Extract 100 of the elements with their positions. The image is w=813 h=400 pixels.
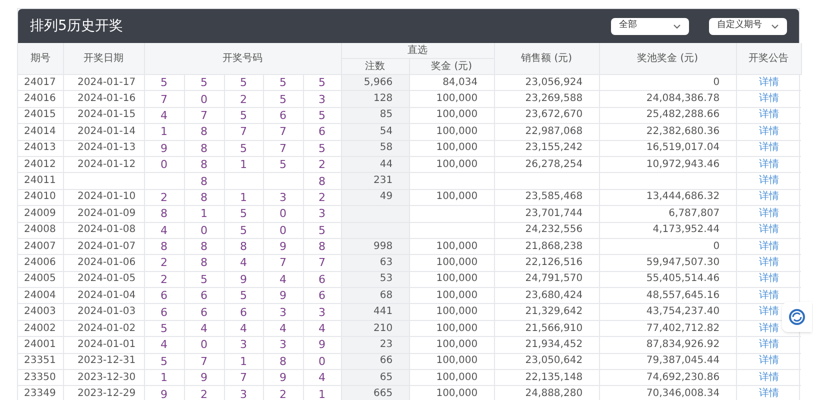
period-cell: 24004 [24, 290, 56, 301]
column-header: 注数 [365, 61, 386, 72]
detail-link[interactable]: 详情 [758, 388, 779, 400]
number-cell: 5 [240, 76, 247, 90]
prize-cell: 100,000 [436, 290, 478, 301]
detail-link[interactable]: 详情 [758, 175, 779, 186]
pool-cell: 22,382,680.36 [646, 126, 720, 137]
sales-cell: 23,585,468 [525, 191, 583, 202]
period-cell: 24016 [24, 93, 56, 104]
number-cell: 2 [318, 190, 326, 204]
number-cell: 7 [240, 125, 247, 138]
prize-cell: 100,000 [436, 191, 478, 202]
detail-link[interactable]: 详情 [758, 158, 779, 170]
detail-link[interactable]: 详情 [758, 224, 779, 236]
number-cell: 9 [318, 338, 326, 352]
number-cell: 6 [280, 108, 286, 122]
number-cell: 1 [318, 388, 326, 400]
detail-link[interactable]: 详情 [758, 290, 779, 301]
number-cell: 5 [160, 76, 168, 90]
sales-cell: 23,050,642 [525, 355, 583, 366]
detail-link[interactable]: 详情 [758, 142, 779, 154]
detail-link[interactable]: 详情 [758, 109, 779, 120]
number-cell: 5 [240, 142, 247, 155]
number-cell: 3 [240, 388, 247, 400]
number-cell: 8 [200, 174, 208, 188]
period-cell: 24017 [24, 76, 56, 88]
number-cell: 8 [160, 240, 168, 254]
number-cell: 7 [280, 125, 286, 138]
floating-help-button[interactable] [782, 302, 812, 332]
number-cell: 4 [160, 224, 168, 237]
prize-cell: 84,034 [442, 76, 478, 88]
number-cell: 5 [280, 76, 286, 90]
count-cell: 5,966 [364, 76, 393, 88]
pool-cell: 0 [713, 240, 720, 252]
detail-link[interactable]: 详情 [758, 240, 779, 252]
period-cell: 24003 [24, 306, 56, 318]
number-cell: 6 [200, 306, 208, 319]
number-cell: 8 [200, 256, 208, 270]
number-cell: 8 [200, 125, 208, 138]
number-cell: 5 [200, 76, 208, 90]
number-cell: 3 [280, 306, 286, 319]
date-cell: 2024-01-08 [78, 224, 136, 236]
number-cell: 5 [280, 158, 286, 172]
number-cell: 2 [160, 272, 168, 286]
date-cell: 2023-12-29 [78, 388, 136, 400]
number-cell: 9 [200, 371, 208, 384]
column-header: 开奖号码 [222, 53, 263, 64]
count-cell: 998 [373, 240, 393, 252]
date-cell: 2024-01-03 [78, 306, 136, 318]
sales-cell: 23,269,588 [525, 93, 583, 104]
number-cell: 7 [280, 142, 286, 155]
number-cell: 4 [280, 322, 286, 336]
count-cell: 66 [380, 355, 393, 366]
pool-cell: 74,692,230.86 [646, 372, 720, 383]
number-cell: 0 [200, 224, 208, 237]
number-cell: 1 [160, 125, 168, 138]
filter-select[interactable]: 全部 [611, 18, 689, 34]
date-cell: 2024-01-04 [78, 290, 136, 301]
detail-link[interactable]: 详情 [758, 76, 779, 88]
number-cell: 5 [160, 322, 168, 336]
number-cell: 8 [200, 190, 208, 204]
prize-cell: 100,000 [436, 142, 478, 154]
detail-link[interactable]: 详情 [758, 338, 779, 350]
prize-cell: 100,000 [436, 240, 478, 252]
pool-cell: 0 [713, 76, 720, 88]
number-cell: 6 [160, 289, 168, 302]
prize-cell: 100,000 [436, 158, 478, 170]
period-cell: 23350 [24, 372, 56, 383]
count-cell: 68 [380, 290, 393, 301]
date-cell: 2024-01-09 [78, 208, 136, 219]
prize-cell: 100,000 [436, 273, 478, 284]
sales-cell: 24,232,556 [525, 224, 583, 236]
number-cell: 8 [200, 240, 208, 254]
number-cell: 1 [240, 158, 247, 172]
date-cell: 2024-01-01 [78, 338, 136, 350]
period-cell: 24006 [24, 256, 56, 268]
number-cell: 9 [280, 289, 286, 302]
detail-link[interactable]: 详情 [758, 372, 779, 383]
sales-cell: 23,155,242 [525, 142, 583, 154]
filter-select[interactable]: 自定义期号 [709, 18, 787, 34]
number-cell: 5 [240, 108, 247, 122]
number-cell: 7 [318, 256, 326, 270]
date-cell: 2024-01-02 [78, 322, 136, 334]
detail-link[interactable]: 详情 [758, 208, 779, 219]
pool-cell: 77,402,712.82 [646, 322, 720, 334]
detail-link[interactable]: 详情 [758, 306, 779, 318]
detail-link[interactable]: 详情 [758, 256, 779, 268]
number-cell: 5 [240, 207, 247, 220]
detail-link[interactable]: 详情 [758, 322, 779, 334]
column-header: 直选 [408, 45, 428, 56]
detail-link[interactable]: 详情 [758, 93, 779, 104]
detail-link[interactable]: 详情 [758, 126, 779, 137]
detail-link[interactable]: 详情 [758, 191, 779, 202]
column-header: 奖池奖金 (元) [637, 53, 698, 64]
date-cell: 2024-01-12 [78, 158, 136, 170]
pool-cell: 43,754,237.40 [646, 306, 720, 318]
circular-arrows-icon [788, 308, 806, 326]
detail-link[interactable]: 详情 [758, 355, 779, 366]
number-cell: 5 [240, 289, 247, 302]
detail-link[interactable]: 详情 [758, 273, 779, 284]
